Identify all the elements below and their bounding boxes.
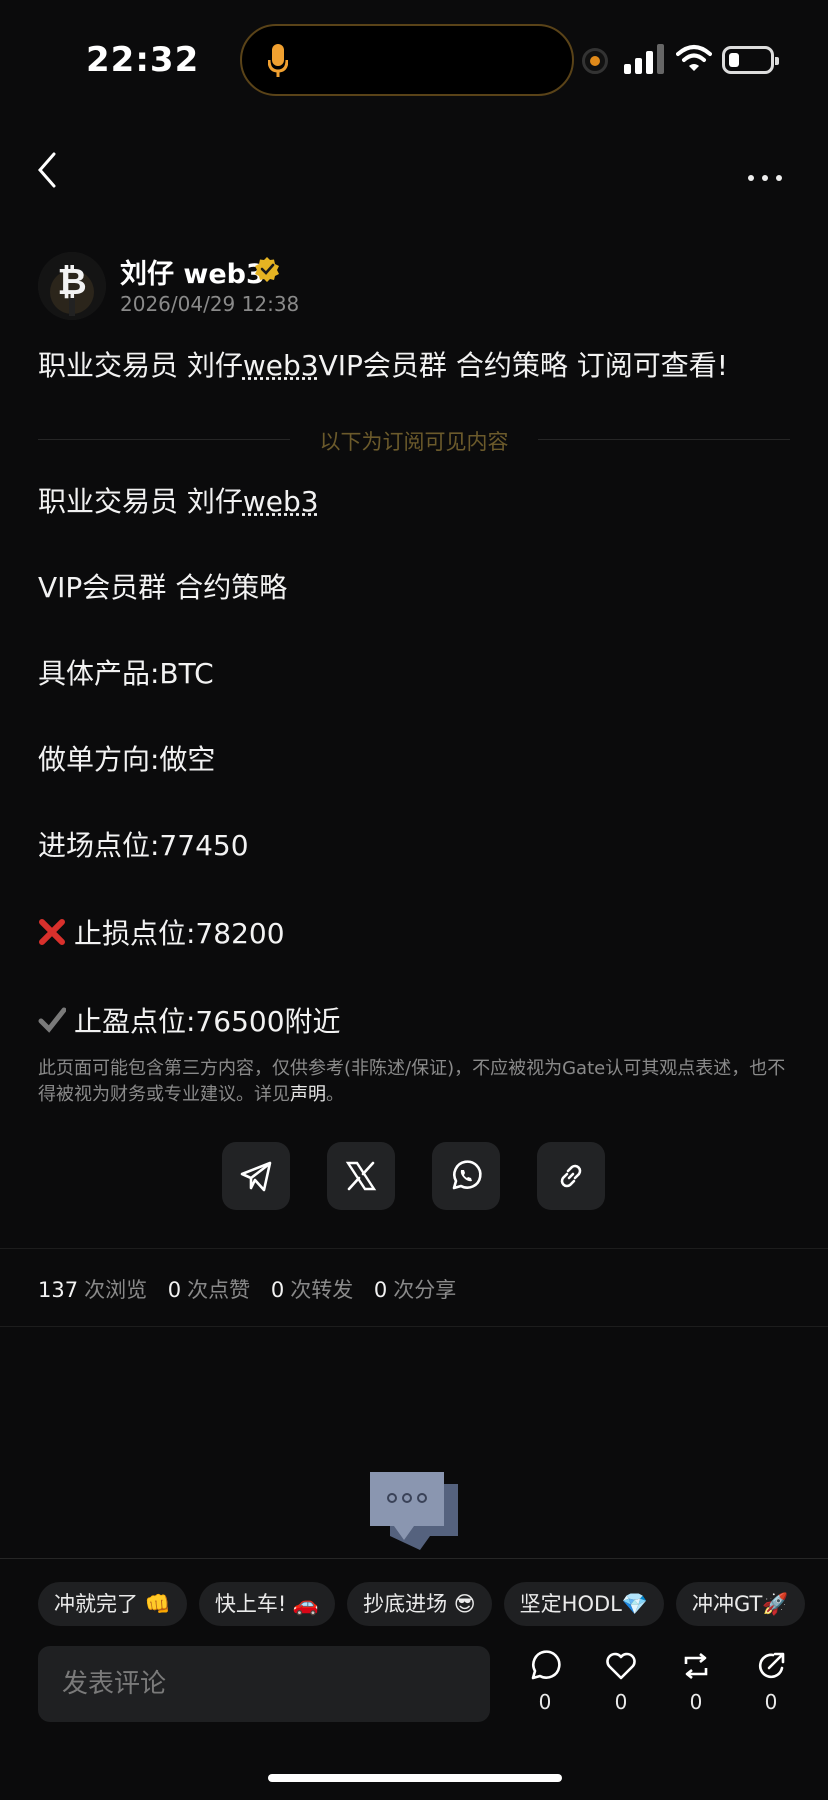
like-button[interactable]: 0 — [596, 1650, 646, 1714]
separator-bottom — [0, 1326, 828, 1327]
subscription-divider: 以下为订阅可见内容 — [38, 426, 790, 454]
title-link-web3[interactable]: web3 — [243, 349, 319, 382]
bitcoin-avatar-icon: ₿ — [38, 252, 106, 320]
body-line-2: VIP会员群 合约策略 — [38, 571, 288, 604]
verified-badge-icon — [255, 257, 279, 282]
recording-indicator-icon — [582, 48, 608, 74]
share-button[interactable]: 0 — [746, 1650, 796, 1714]
body-line-product: 具体产品:BTC — [38, 657, 214, 690]
comment-button[interactable]: 0 — [520, 1650, 570, 1714]
body-line-1-text: 职业交易员 刘仔 — [38, 485, 243, 518]
whatsapp-icon — [452, 1160, 482, 1190]
comment-icon — [531, 1650, 561, 1680]
share-whatsapp-button[interactable] — [432, 1142, 500, 1210]
body-link-web3[interactable]: web3 — [243, 485, 319, 518]
share-telegram-button[interactable] — [222, 1142, 290, 1210]
stop-loss-text: 止损点位:78200 — [74, 917, 285, 950]
svg-text:₿: ₿ — [57, 262, 86, 303]
body-line-direction: 做单方向:做空 — [38, 743, 216, 776]
body-line-take-profit: 止盈点位:76500附近 — [38, 1000, 341, 1040]
wifi-icon — [676, 45, 712, 71]
post-date: 2026/04/29 12:38 — [120, 292, 300, 316]
like-count: 0 — [614, 1690, 628, 1714]
divider-label: 以下为订阅可见内容 — [305, 430, 523, 454]
body-line-stop-loss: 止损点位:78200 — [38, 912, 285, 952]
check-mark-icon — [38, 1007, 67, 1033]
shares-count: 0 — [373, 1278, 388, 1302]
comment-input[interactable]: 发表评论 — [38, 1646, 490, 1722]
repost-button[interactable]: 0 — [671, 1650, 721, 1714]
share-count: 0 — [764, 1690, 778, 1714]
quick-reply-chips: 冲就完了 👊 快上车! 🚗 抄底进场 😎 坚定HODL💎 冲冲GT🚀 — [38, 1582, 817, 1626]
home-indicator[interactable] — [268, 1774, 562, 1782]
share-icon — [758, 1652, 785, 1679]
views-label: 次浏览 — [84, 1278, 148, 1302]
microphone-icon — [268, 44, 288, 77]
disclaimer-text: 此页面可能包含第三方内容，仅供参考(非陈述/保证)，不应被视为Gate认可其观点… — [38, 1058, 786, 1105]
repost-count: 0 — [689, 1690, 703, 1714]
quick-reply-chip[interactable]: 冲就完了 👊 — [38, 1582, 187, 1626]
battery-icon — [722, 46, 779, 74]
body-line-entry: 进场点位:77450 — [38, 829, 249, 862]
share-x-button[interactable] — [327, 1142, 395, 1210]
repost-icon — [684, 1652, 708, 1680]
x-icon — [345, 1161, 377, 1191]
copy-link-button[interactable] — [537, 1142, 605, 1210]
body-line-1: 职业交易员 刘仔web3 — [38, 480, 319, 520]
bottom-bar-border — [0, 1558, 828, 1559]
title-text-post: VIP会员群 合约策略 订阅可查看! — [318, 349, 728, 382]
empty-comments-icon — [370, 1472, 458, 1550]
post-title: 职业交易员 刘仔web3VIP会员群 合约策略 订阅可查看! — [38, 344, 728, 384]
disclaimer-link[interactable]: 声明 — [290, 1084, 326, 1105]
post-stats: 137 次浏览 0 次点赞 0 次转发 0 次分享 — [38, 1274, 470, 1304]
views-count: 137 — [38, 1278, 79, 1302]
separator-top — [0, 1248, 828, 1249]
status-time: 22:32 — [86, 40, 200, 80]
author-name[interactable]: 刘仔 web3 — [120, 252, 265, 291]
cross-mark-icon — [39, 919, 65, 945]
quick-reply-chip[interactable]: 冲冲GT🚀 — [676, 1582, 805, 1626]
likes-label: 次点赞 — [187, 1278, 251, 1302]
signal-icon — [624, 44, 664, 74]
dynamic-island — [240, 24, 574, 96]
quick-reply-chip[interactable]: 坚定HODL💎 — [503, 1582, 664, 1626]
title-text-pre: 职业交易员 刘仔 — [38, 349, 243, 382]
more-options-icon[interactable] — [748, 166, 790, 185]
heart-icon — [606, 1652, 636, 1680]
avatar[interactable]: ₿ — [38, 252, 106, 320]
disclaimer: 此页面可能包含第三方内容，仅供参考(非陈述/保证)，不应被视为Gate认可其观点… — [38, 1056, 790, 1108]
disclaimer-end: 。 — [326, 1084, 344, 1105]
reposts-label: 次转发 — [290, 1278, 354, 1302]
comment-count: 0 — [538, 1690, 552, 1714]
telegram-icon — [240, 1161, 272, 1192]
likes-count: 0 — [167, 1278, 182, 1302]
quick-reply-chip[interactable]: 快上车! 🚗 — [198, 1582, 336, 1626]
back-arrow-icon[interactable] — [36, 150, 60, 190]
link-icon — [560, 1164, 582, 1188]
quick-reply-chip[interactable]: 抄底进场 😎 — [347, 1582, 492, 1626]
take-profit-text: 止盈点位:76500附近 — [74, 1005, 341, 1038]
shares-label: 次分享 — [393, 1278, 457, 1302]
reposts-count: 0 — [270, 1278, 285, 1302]
